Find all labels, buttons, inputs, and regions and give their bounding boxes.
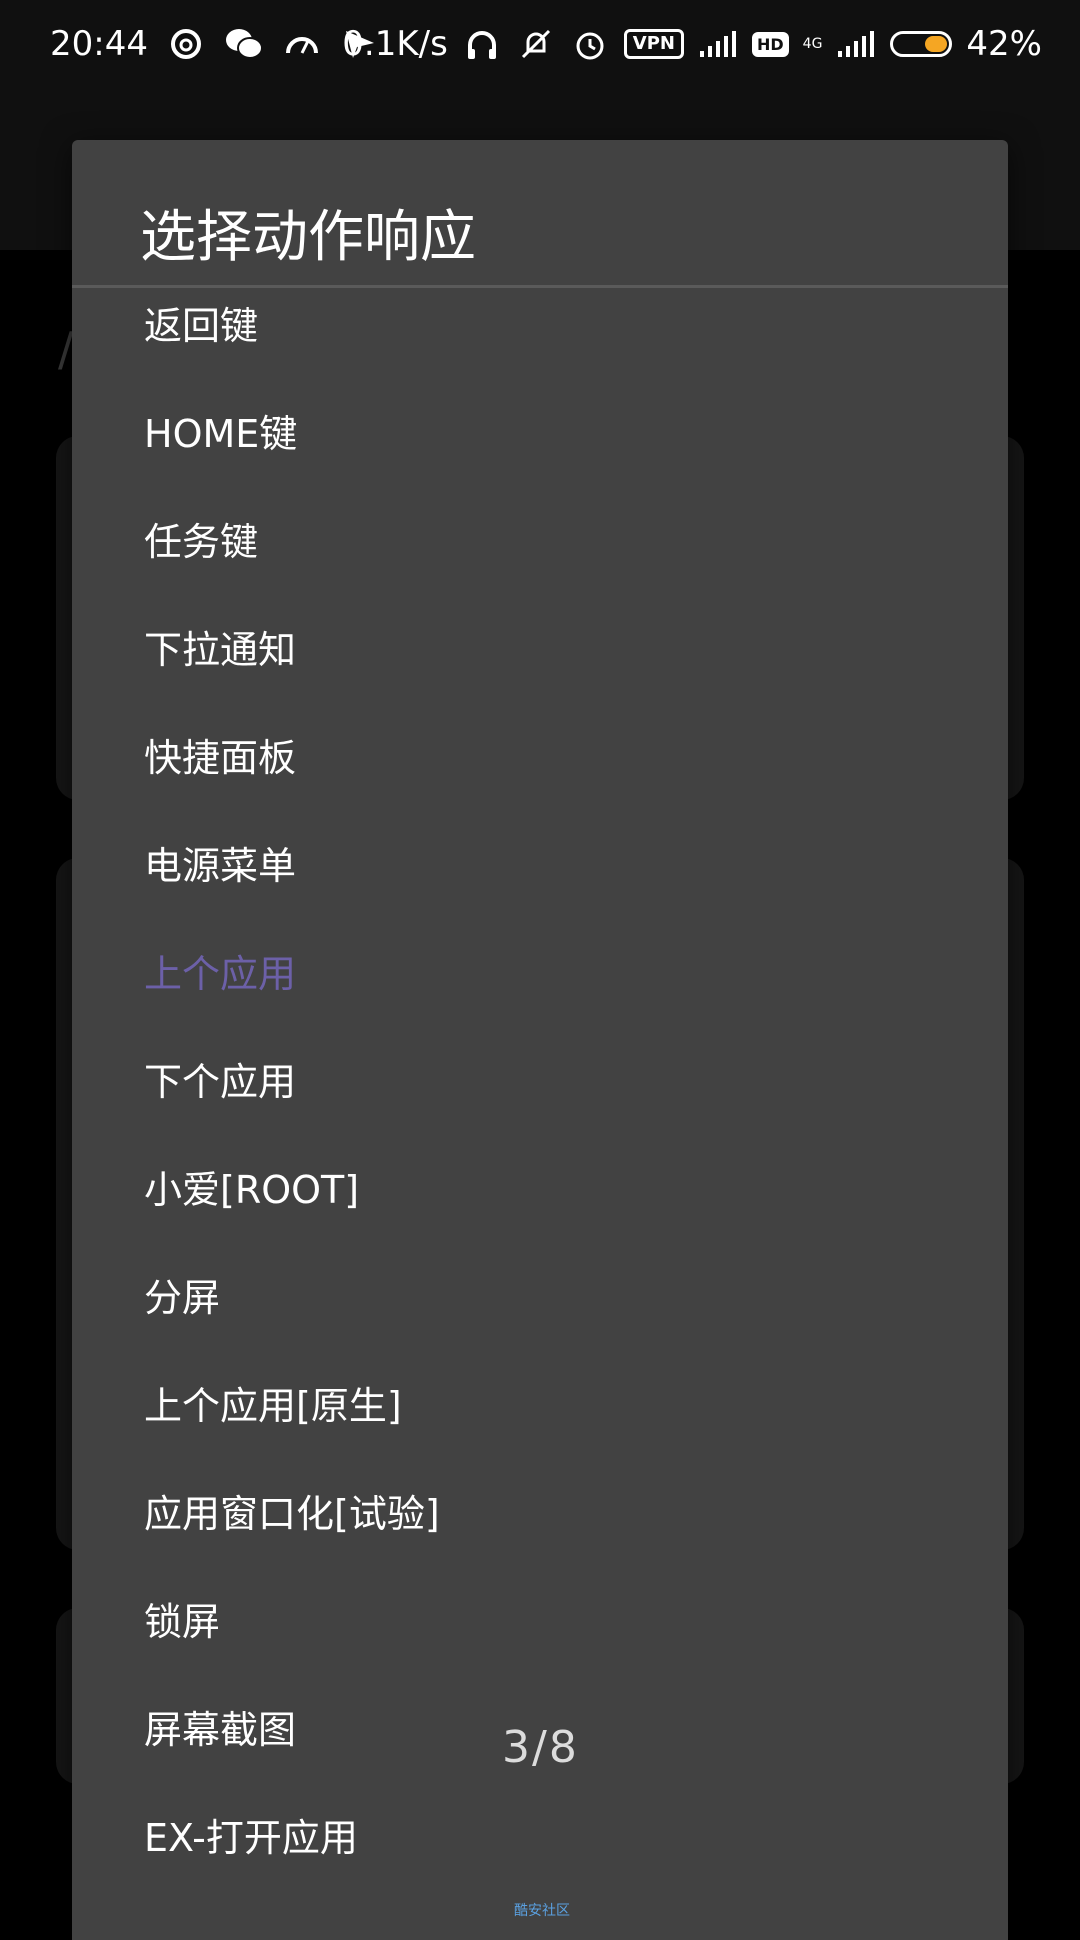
option-back-key[interactable]: 返回键 [144, 282, 258, 362]
battery-percent: 42% [966, 24, 1042, 64]
hd-icon: HD [751, 31, 789, 57]
dialog-title: 选择动作响应 [140, 205, 476, 270]
option-previous-app[interactable]: 上个应用 [144, 930, 296, 1010]
select-action-dialog: 选择动作响应 返回键 HOME键 任务键 下拉通知 快捷面板 电源菜单 上个应用… [72, 140, 1008, 1940]
option-ex-open-app[interactable]: EX-打开应用 [144, 1794, 358, 1874]
option-lock-screen[interactable]: 锁屏 [144, 1578, 220, 1658]
net-speed: 0.1K/s [342, 24, 448, 64]
alarm-icon [570, 24, 610, 64]
option-screenshot[interactable]: 屏幕截图 [144, 1686, 296, 1766]
headphones-icon [462, 24, 502, 64]
option-xiaoai-root[interactable]: 小爱[ROOT] [144, 1146, 359, 1226]
signal-icon [698, 24, 738, 64]
wechat-icon [224, 24, 264, 64]
watermark-text: 酷安社区 [514, 1903, 570, 1919]
option-home-key[interactable]: HOME键 [144, 390, 297, 470]
mute-bell-icon [516, 24, 556, 64]
status-bar: 20:44 0.1K/s VPN HD 4G 42% [0, 0, 1080, 96]
option-task-key[interactable]: 任务键 [144, 498, 258, 578]
option-previous-app-native[interactable]: 上个应用[原生] [144, 1362, 402, 1442]
option-power-menu[interactable]: 电源菜单 [144, 822, 296, 902]
battery-icon [890, 31, 953, 57]
vpn-icon: VPN [623, 29, 684, 59]
status-time: 20:44 [50, 24, 148, 64]
speedometer-icon [282, 24, 322, 64]
signal-4g-icon [836, 24, 876, 64]
option-quick-panel[interactable]: 快捷面板 [144, 714, 296, 794]
signal-4g-label: 4G [802, 36, 823, 52]
netease-music-icon [166, 24, 206, 64]
option-app-windowed[interactable]: 应用窗口化[试验] [144, 1470, 440, 1550]
option-next-app[interactable]: 下个应用 [144, 1038, 296, 1118]
page-indicator: 3/8 [502, 1722, 579, 1773]
option-pull-down-notification[interactable]: 下拉通知 [144, 606, 296, 686]
option-split-screen[interactable]: 分屏 [144, 1254, 220, 1334]
